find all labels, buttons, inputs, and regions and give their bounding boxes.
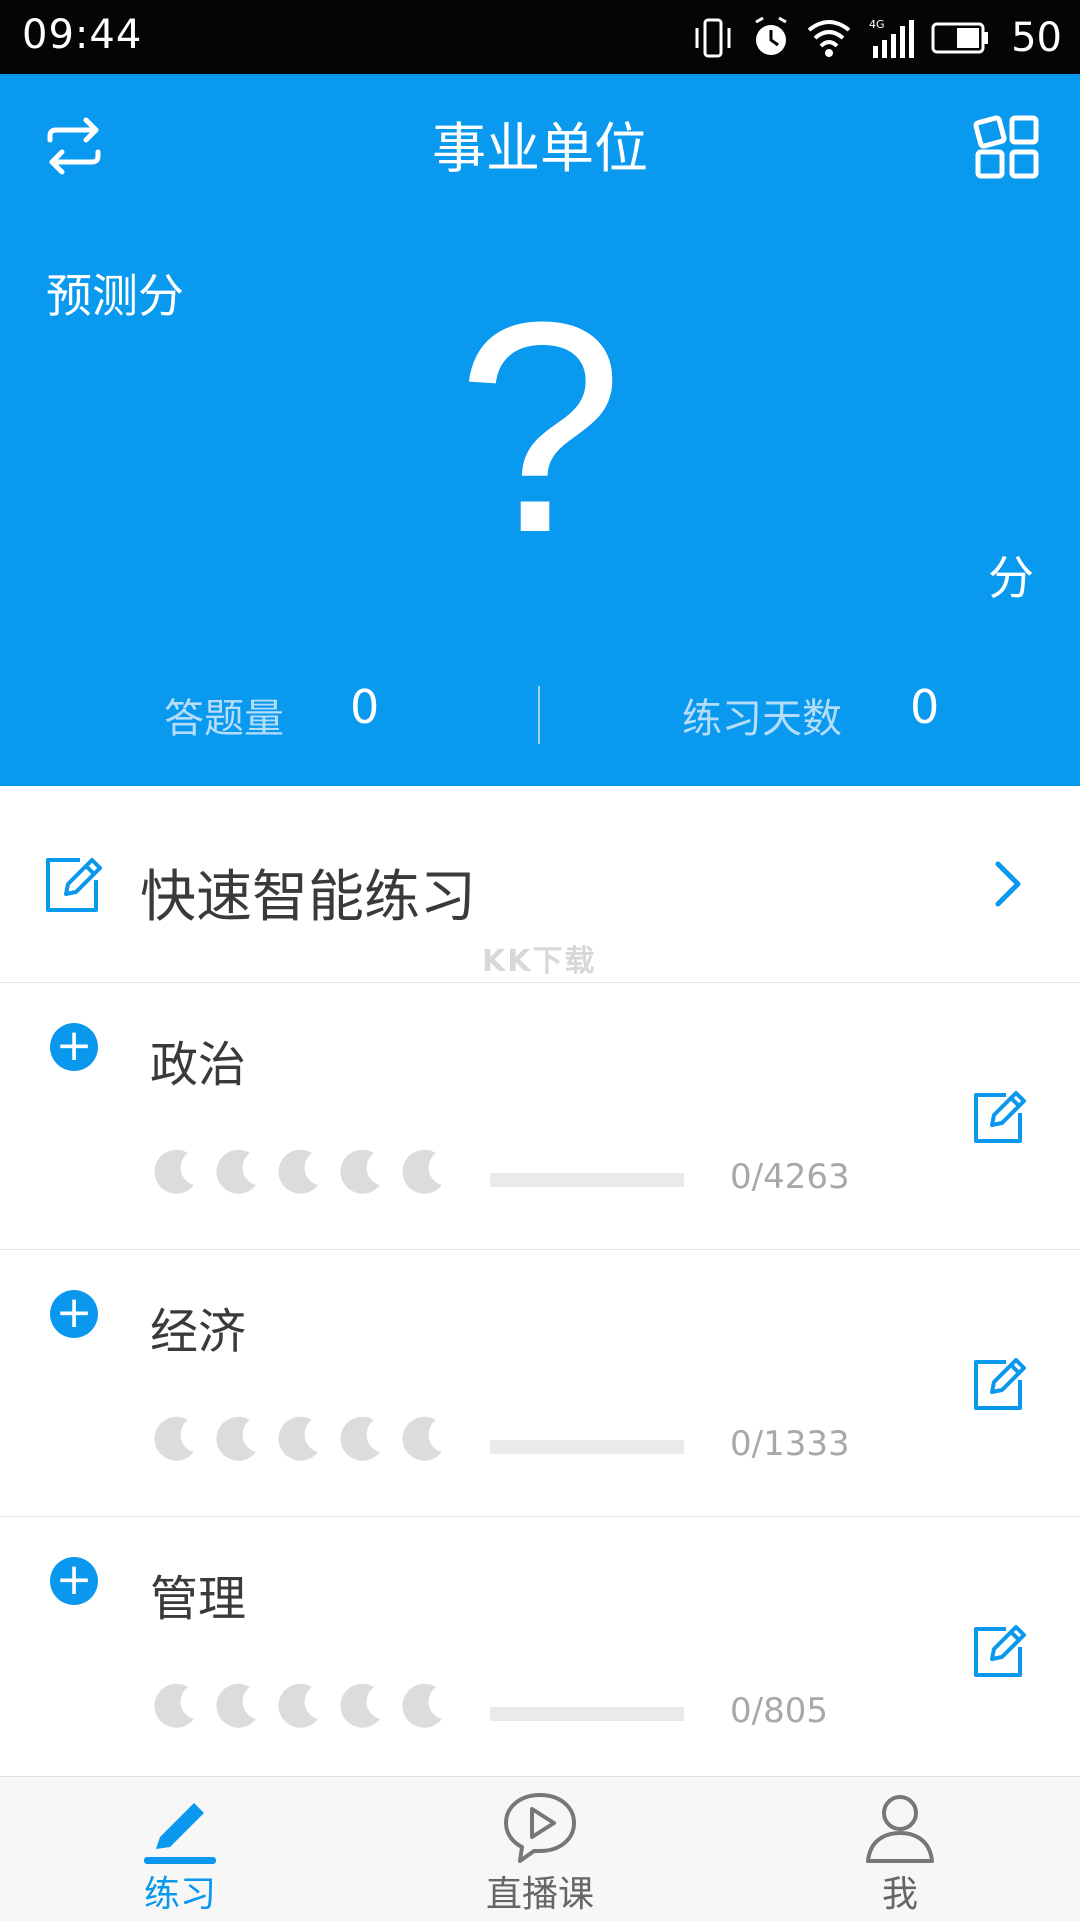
practice-days-value: 0 [910, 680, 940, 734]
answered-count-label: 答题量 [164, 696, 284, 742]
svg-text:4G: 4G [869, 18, 885, 31]
score-unit: 分 [988, 551, 1034, 605]
predicted-score-panel: 预测分 ? 分 答题量 0 练习天数 0 [0, 210, 1080, 786]
expand-plus-icon[interactable]: + [50, 1290, 98, 1338]
moon-icon [278, 1149, 318, 1194]
practice-days-label: 练习天数 [682, 696, 842, 742]
subject-row[interactable]: + 管理 0/805 [0, 1517, 1080, 1784]
moon-icon [278, 1683, 318, 1728]
subject-name: 管理 [150, 1571, 247, 1627]
chevron-right-icon [995, 861, 1021, 907]
question-count: 0/1333 [730, 1424, 850, 1464]
progress-bar [490, 1707, 684, 1721]
pencil-icon [144, 1803, 216, 1864]
edit-icon[interactable] [970, 1087, 1030, 1147]
moon-rating [148, 1147, 446, 1197]
moon-icon [340, 1149, 380, 1194]
moon-icon [402, 1683, 442, 1728]
tab-me[interactable]: 我 [720, 1777, 1080, 1921]
tab-live-class[interactable]: 直播课 [360, 1777, 720, 1921]
moon-rating [148, 1414, 446, 1464]
moon-icon [154, 1149, 194, 1194]
tab-practice[interactable]: 练习 [0, 1777, 360, 1921]
expand-plus-icon[interactable]: + [50, 1557, 98, 1605]
video-chat-icon [504, 1793, 576, 1863]
status-bar: 09:44 4G 50 [0, 0, 1080, 74]
predicted-score-value: ? [456, 259, 624, 595]
question-count: 0/805 [730, 1691, 828, 1731]
progress-bar [490, 1173, 684, 1187]
tab-label: 直播课 [485, 1874, 594, 1915]
page-title: 事业单位 [432, 117, 648, 180]
app-header: 事业单位 [0, 74, 1080, 211]
moon-rating [148, 1681, 446, 1731]
moon-icon [278, 1416, 318, 1461]
battery-icon [931, 22, 989, 54]
subject-name: 政治 [150, 1037, 247, 1093]
moon-icon [216, 1416, 256, 1461]
person-icon [866, 1795, 934, 1863]
moon-icon [402, 1149, 442, 1194]
battery-percent: 50 [1011, 15, 1062, 61]
moon-icon [402, 1416, 442, 1461]
wifi-icon [807, 20, 851, 57]
subject-name: 经济 [150, 1304, 247, 1360]
edit-note-icon [46, 858, 102, 912]
grid-menu-icon[interactable] [972, 110, 1044, 182]
tab-label: 我 [881, 1874, 918, 1915]
moon-icon [154, 1683, 194, 1728]
bottom-tab-bar: 练习 直播课 我 [0, 1776, 1080, 1921]
quick-practice-label: 快速智能练习 [140, 865, 476, 930]
watermark: KK下载 [482, 944, 597, 979]
vibrate-icon [695, 18, 731, 58]
answered-count-value: 0 [350, 680, 380, 734]
edit-icon[interactable] [970, 1354, 1030, 1414]
expand-plus-icon[interactable]: + [50, 1023, 98, 1071]
moon-icon [154, 1416, 194, 1461]
moon-icon [340, 1416, 380, 1461]
progress-bar [490, 1440, 684, 1454]
signal-icon: 4G [869, 18, 915, 58]
moon-icon [340, 1683, 380, 1728]
edit-icon[interactable] [970, 1621, 1030, 1681]
subject-row[interactable]: + 政治 0/4263 [0, 983, 1080, 1250]
tab-label: 练习 [143, 1874, 216, 1915]
question-count: 0/4263 [730, 1157, 850, 1197]
moon-icon [216, 1149, 256, 1194]
subject-row[interactable]: + 经济 0/1333 [0, 1250, 1080, 1517]
status-icons: 4G 50 [689, 14, 1062, 62]
status-time: 09:44 [22, 12, 143, 58]
stats-divider [538, 686, 540, 744]
moon-icon [216, 1683, 256, 1728]
alarm-icon [755, 16, 787, 55]
